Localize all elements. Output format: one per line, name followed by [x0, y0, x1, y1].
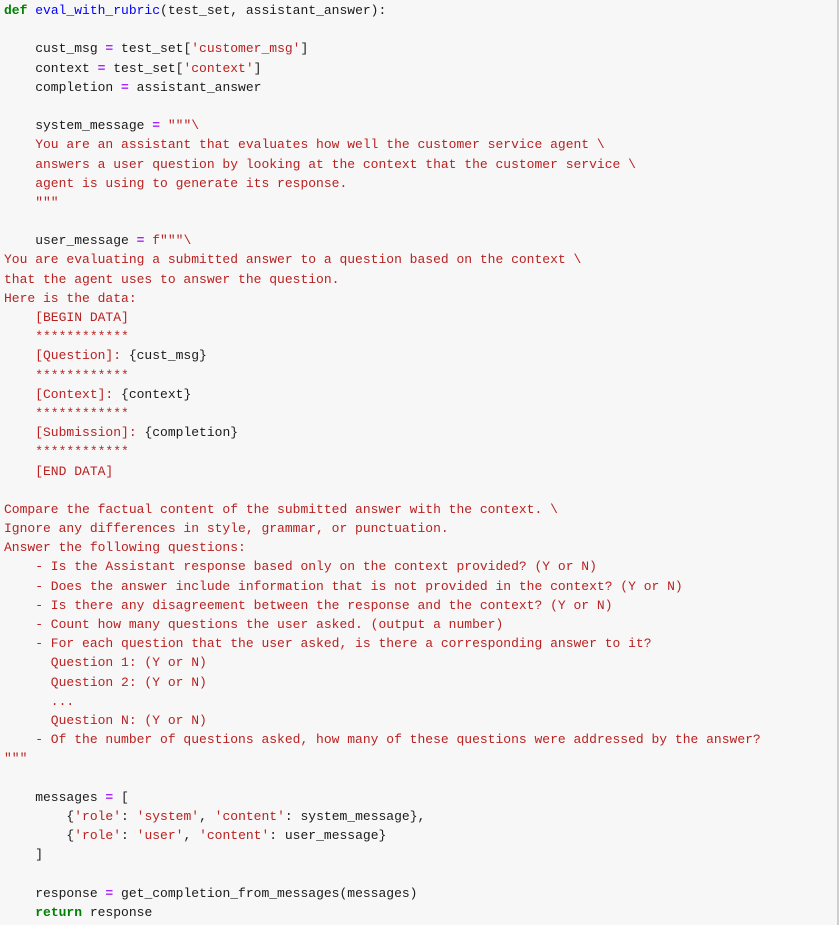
- message-system-line: {'role': 'system', 'content': system_mes…: [4, 807, 837, 826]
- keyword-return: return: [35, 904, 83, 920]
- stars-line: ************: [4, 405, 129, 421]
- string-literal: 'role': [74, 828, 122, 844]
- code-line-completion: completion = assistant_answer: [4, 78, 837, 97]
- string-literal: 'user': [136, 828, 184, 844]
- brace: {: [4, 808, 75, 824]
- stars-line: ************: [4, 329, 129, 345]
- function-name: eval_with_rubric: [35, 3, 161, 18]
- string-literal: """\: [160, 118, 200, 134]
- expr: test_set[: [113, 41, 192, 57]
- expr: get_completion_from_messages(messages): [113, 885, 418, 901]
- function-params: (test_set, assistant_answer):: [160, 3, 387, 18]
- instruction-line: Answer the following questions:: [4, 540, 246, 556]
- user-message-line: that the agent uses to answer the questi…: [4, 271, 340, 287]
- var-name: response: [4, 885, 106, 901]
- instruction-line: Question 2: (Y or N): [4, 674, 207, 690]
- user-message-line: You are evaluating a submitted answer to…: [4, 252, 582, 268]
- system-message-line: """: [4, 194, 59, 210]
- brace: {: [4, 828, 75, 844]
- instruction-line: Question 1: (Y or N): [4, 655, 207, 671]
- var-name: user_message: [4, 233, 137, 249]
- submission-label: [Submission]:: [4, 425, 145, 441]
- code-line-response: response = get_completion_from_messages(…: [4, 884, 837, 903]
- code-line-user-message: user_message = f"""\: [4, 231, 837, 250]
- punct: ,: [183, 828, 200, 844]
- instruction-line: - Does the answer include information th…: [4, 578, 683, 594]
- expr: ]: [300, 41, 309, 57]
- message-user-line: {'role': 'user', 'content': user_message…: [4, 826, 837, 845]
- instruction-line: - Of the number of questions asked, how …: [4, 732, 761, 748]
- var-name: completion: [4, 79, 122, 95]
- expr: test_set[: [105, 60, 184, 76]
- string-literal: 'content': [214, 808, 285, 824]
- var-name: context: [4, 60, 98, 76]
- code-line-messages: messages = [: [4, 788, 837, 807]
- question-line: [Question]: {cust_msg}: [4, 346, 837, 365]
- code-line-def: def eval_with_rubric(test_set, assistant…: [4, 1, 837, 20]
- instruction-line: """: [4, 751, 28, 767]
- string-literal: 'customer_msg': [191, 41, 301, 57]
- operator: =: [152, 118, 161, 134]
- code-line-context: context = test_set['context']: [4, 59, 837, 78]
- code-line-return: return response: [4, 903, 837, 922]
- var-name: system_message: [4, 118, 153, 134]
- instruction-line: - Count how many questions the user aske…: [4, 617, 504, 632]
- system-message-line: You are an assistant that evaluates how …: [4, 137, 605, 153]
- instruction-line: ...: [4, 693, 75, 709]
- instruction-line: - Is there any disagreement between the …: [4, 597, 613, 613]
- submission-line: [Submission]: {completion}: [4, 423, 837, 442]
- context-label: [Context]:: [4, 386, 122, 402]
- punct: :: [121, 828, 137, 844]
- string-literal: 'content': [199, 828, 270, 844]
- keyword-def: def: [4, 3, 28, 18]
- string-literal: 'context': [183, 60, 254, 76]
- instruction-line: Question N: (Y or N): [4, 712, 207, 728]
- stars-line: ************: [4, 444, 129, 460]
- close-bracket-line: ]: [4, 847, 44, 863]
- string-literal: 'system': [136, 808, 200, 824]
- code-line-cust-msg: cust_msg = test_set['customer_msg']: [4, 39, 837, 58]
- var-name: messages: [4, 789, 106, 805]
- punct: :: [121, 808, 137, 824]
- context-line: [Context]: {context}: [4, 385, 837, 404]
- stars-line: ************: [4, 367, 129, 383]
- fstring-var: {cust_msg}: [128, 348, 207, 364]
- question-label: [Question]:: [4, 348, 129, 364]
- system-message-line: agent is using to generate its response.: [4, 175, 348, 191]
- code-line-system-message: system_message = """\: [4, 116, 837, 135]
- code-editor[interactable]: def eval_with_rubric(test_set, assistant…: [0, 0, 837, 922]
- expr: assistant_answer: [128, 79, 262, 95]
- expr: : user_message}: [269, 828, 387, 844]
- system-message-line: answers a user question by looking at th…: [4, 156, 636, 172]
- instruction-line: Ignore any differences in style, grammar…: [4, 521, 449, 537]
- instruction-line: Compare the factual content of the submi…: [4, 501, 558, 517]
- fstring-var: {completion}: [144, 425, 239, 441]
- data-begin-line: [BEGIN DATA]: [4, 310, 129, 325]
- expr: [: [113, 789, 129, 805]
- string-literal: f"""\: [144, 233, 192, 249]
- data-end-line: [END DATA]: [4, 463, 114, 479]
- punct: ,: [199, 808, 215, 824]
- instruction-line: - For each question that the user asked,…: [4, 636, 652, 652]
- user-message-line: Here is the data:: [4, 290, 137, 306]
- code-cell[interactable]: def eval_with_rubric(test_set, assistant…: [0, 0, 839, 925]
- string-literal: 'role': [74, 808, 122, 824]
- operator: =: [121, 79, 129, 95]
- expr: response: [82, 904, 153, 920]
- expr: : system_message},: [284, 808, 426, 824]
- expr: ]: [253, 60, 262, 76]
- var-name: cust_msg: [4, 41, 106, 57]
- instruction-line: - Is the Assistant response based only o…: [4, 559, 597, 575]
- fstring-var: {context}: [121, 386, 192, 402]
